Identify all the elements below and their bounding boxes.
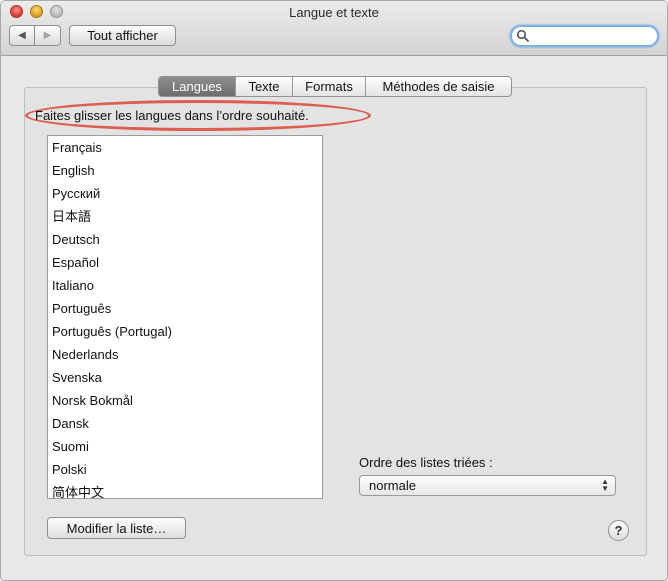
forward-arrow-icon: ▶ [43,30,52,41]
language-list-item[interactable]: Italiano [48,274,322,297]
language-list-item[interactable]: Nederlands [48,343,322,366]
language-list-item[interactable]: 简体中文 [48,481,322,498]
search-field[interactable] [510,25,659,47]
language-list-item[interactable]: Svenska [48,366,322,389]
drag-instruction-label: Faites glisser les langues dans l’ordre … [35,108,309,123]
language-list-item[interactable]: Português (Portugal) [48,320,322,343]
language-list-item[interactable]: Français [48,136,322,159]
updown-arrows-icon: ▲ ▼ [601,477,609,493]
language-list-item[interactable]: Español [48,251,322,274]
back-button[interactable]: ◀ [10,26,36,45]
title-toolbar-bar: Langue et texte ◀ ▶ Tout afficher [1,1,667,56]
window-title: Langue et texte [289,5,379,20]
language-list-item[interactable]: Dansk [48,412,322,435]
tab-formats[interactable]: Formats [293,77,366,96]
show-all-button[interactable]: Tout afficher [69,25,176,46]
sort-order-value: normale [369,478,416,493]
back-arrow-icon: ◀ [18,30,26,41]
navigation-segment: ◀ ▶ [9,25,61,46]
language-list-item[interactable]: Русский [48,182,322,205]
language-list-item[interactable]: Norsk Bokmål [48,389,322,412]
sort-order-select[interactable]: normale ▲ ▼ [359,475,616,496]
modify-list-button[interactable]: Modifier la liste… [47,517,186,539]
language-list-item[interactable]: Polski [48,458,322,481]
forward-button[interactable]: ▶ [35,26,60,45]
help-button[interactable]: ? [608,520,629,541]
language-list-item[interactable]: 日本語 [48,205,322,228]
tab-bar: Langues Texte Formats Méthodes de saisie [158,76,512,97]
language-list-item[interactable]: Deutsch [48,228,322,251]
search-input[interactable] [532,28,652,44]
language-list[interactable]: Français English Русский 日本語 Deutsch Esp… [47,135,323,499]
tab-methodes-de-saisie[interactable]: Méthodes de saisie [366,77,511,96]
sort-order-label: Ordre des listes triées : [359,455,493,470]
language-list-item[interactable]: English [48,159,322,182]
search-icon [516,29,529,42]
language-list-item[interactable]: Português [48,297,322,320]
tab-langues[interactable]: Langues [159,77,236,96]
preferences-window: Langue et texte ◀ ▶ Tout afficher Langue… [0,0,668,581]
language-list-item[interactable]: Suomi [48,435,322,458]
tab-texte[interactable]: Texte [236,77,293,96]
